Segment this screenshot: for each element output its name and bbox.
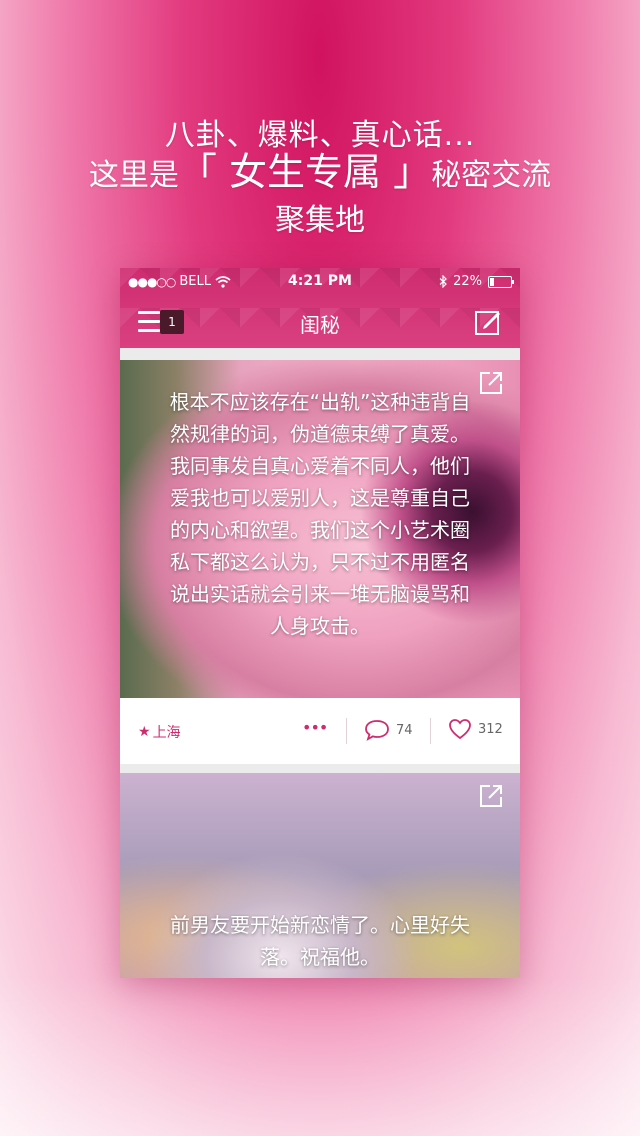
comment-count: 74 [396,722,413,738]
battery-percent: 22% [453,274,482,289]
post-background-image: 前男友要开始新恋情了。心里好失落。祝福他。 [120,773,520,978]
background-glow [0,976,640,1136]
divider [430,718,431,744]
post-card[interactable]: 根本不应该存在“出轨”这种违背自然规律的词，伪道德束缚了真爱。我同事发自真心爱着… [120,360,520,764]
post-footer: ★ 上海 ••• 74 312 [120,698,520,762]
battery-icon [488,275,514,288]
comment-icon [365,720,389,741]
like-count: 312 [478,721,503,737]
top-bar: ●●●○○ BELL 4:21 PM 22% 1 闺秘 [120,268,520,348]
location-label: 上海 [152,725,181,741]
post-card[interactable]: 前男友要开始新恋情了。心里好失落。祝福他。 [120,773,520,978]
more-options-button[interactable]: ••• [302,718,328,737]
phone-screen: ●●●○○ BELL 4:21 PM 22% 1 闺秘 根本不应该存在“出轨”这… [120,268,520,978]
status-bar: ●●●○○ BELL 4:21 PM 22% [120,268,520,296]
divider [346,718,347,744]
promo-line-3: 聚集地 [275,203,365,238]
status-right: 22% [439,274,514,289]
heart-icon [449,719,471,740]
like-button[interactable]: 312 [448,718,503,740]
comment-button[interactable]: 74 [364,718,413,742]
bluetooth-icon [439,275,447,288]
promo-line-2-prefix: 这里是 [88,158,179,193]
post-background-image: 根本不应该存在“出轨”这种违背自然规律的词，伪道德束缚了真爱。我同事发自真心爱着… [120,360,520,698]
star-icon: ★ [138,724,151,740]
promo-line-2: 这里是「 女生专属 」秘密交流 [0,150,640,198]
promo-highlight: 「 女生专属 」 [178,150,432,194]
share-icon[interactable] [478,370,504,396]
promo-line-2-suffix: 秘密交流 [431,158,552,193]
compose-icon[interactable] [474,308,502,336]
nav-title: 闺秘 [300,313,340,337]
promo-line-1: 八卦、爆料、真心话... [164,118,476,153]
nav-bar: 1 闺秘 [120,296,520,348]
post-text: 根本不应该存在“出轨”这种违背自然规律的词，伪道德束缚了真爱。我同事发自真心爱着… [169,390,471,638]
share-icon[interactable] [478,783,504,809]
post-text: 前男友要开始新恋情了。心里好失落。祝福他。 [170,913,470,969]
post-location: ★ 上海 [138,722,181,742]
